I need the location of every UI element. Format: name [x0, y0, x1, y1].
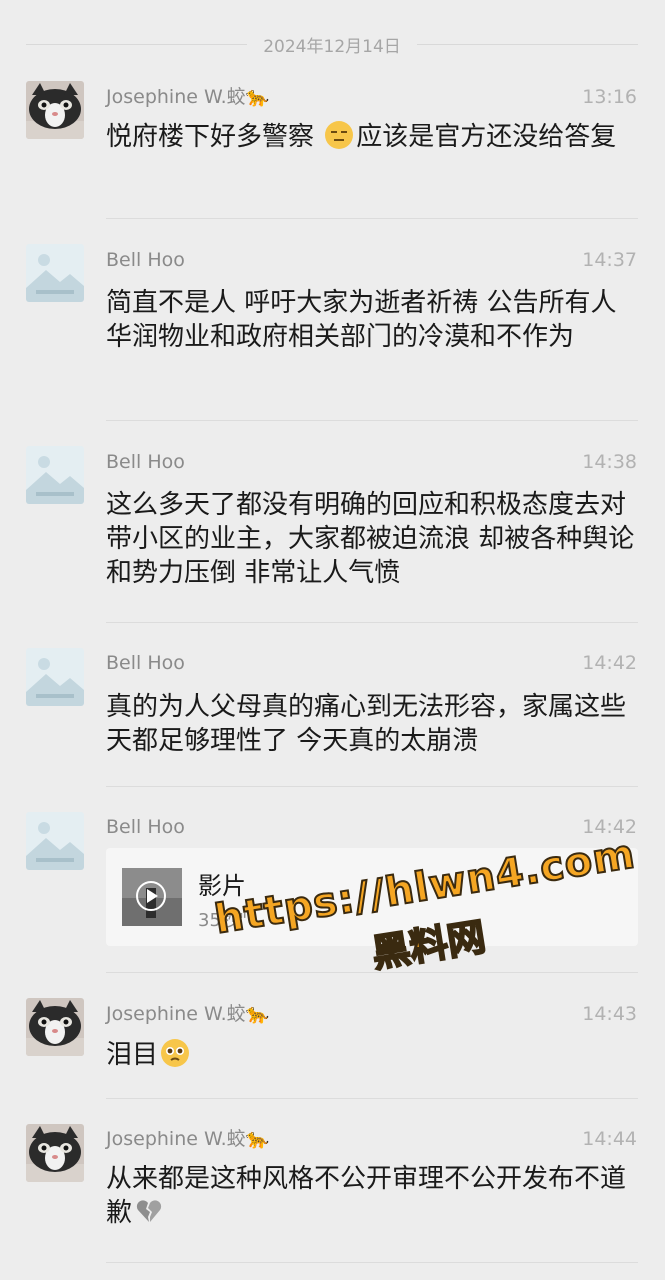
- video-title: 影片: [198, 872, 246, 900]
- avatar[interactable]: [26, 446, 84, 504]
- video-card[interactable]: 影片 35秒": [106, 848, 638, 946]
- comment-text: 从来都是这种风格不公开审理不公开发布不道歉: [106, 1164, 627, 1228]
- username[interactable]: Bell Hoo: [106, 815, 185, 839]
- date-separator: 2024年12月14日: [26, 28, 638, 60]
- comment-text: 真的为人父母真的痛心到无法形容，家属这些天都足够理性了 今天真的太崩溃: [106, 692, 627, 756]
- avatar[interactable]: [26, 1124, 84, 1182]
- divider: [106, 1098, 638, 1099]
- timestamp: 14:42: [582, 652, 637, 674]
- divider: [106, 218, 638, 219]
- avatar[interactable]: [26, 244, 84, 302]
- avatar[interactable]: [26, 998, 84, 1056]
- broken-heart-icon: [135, 1197, 163, 1225]
- divider-line: [416, 43, 638, 45]
- play-icon: [122, 868, 182, 926]
- username[interactable]: Josephine W.蛟🐆: [106, 1002, 269, 1026]
- date-label: 2024年12月14日: [263, 36, 401, 57]
- comment-text: 这么多天了都没有明确的回应和积极态度去对带小区的业主，大家都被迫流浪 却被各种舆…: [106, 490, 635, 588]
- timestamp: 14:37: [582, 249, 637, 271]
- avatar[interactable]: [26, 648, 84, 706]
- avatar[interactable]: [26, 81, 84, 139]
- username[interactable]: Bell Hoo: [106, 651, 185, 675]
- divider: [106, 622, 638, 623]
- comment-text: 简直不是人 呼吁大家为逝者祈祷 公告所有人 华润物业和政府相关部门的冷漠和不作为: [106, 288, 617, 352]
- leopard-icon: 🐆: [245, 1003, 270, 1025]
- timestamp: 14:44: [582, 1128, 637, 1150]
- username[interactable]: Josephine W.蛟🐆: [106, 85, 269, 109]
- timestamp: 13:16: [582, 86, 637, 108]
- divider: [106, 972, 638, 973]
- video-thumbnail[interactable]: [122, 868, 182, 926]
- comment-text: 悦府楼下好多警察 应该是官方还没给答复: [106, 121, 617, 152]
- leopard-icon: 🐆: [245, 86, 270, 108]
- divider: [106, 1262, 638, 1263]
- expressionless-face-icon: [325, 121, 354, 149]
- timestamp: 14:42: [582, 816, 637, 838]
- leopard-icon: 🐆: [245, 1128, 270, 1150]
- pleading-face-icon: [161, 1039, 190, 1067]
- avatar[interactable]: [26, 812, 84, 870]
- divider: [106, 786, 638, 787]
- timestamp: 14:43: [582, 1003, 637, 1025]
- video-duration: 35秒": [198, 910, 248, 931]
- divider-line: [26, 43, 248, 45]
- timestamp: 14:38: [582, 451, 637, 473]
- divider: [106, 420, 638, 421]
- comment-text: 泪目: [106, 1038, 641, 1072]
- username[interactable]: Josephine W.蛟🐆: [106, 1127, 269, 1151]
- username[interactable]: Bell Hoo: [106, 450, 185, 474]
- username[interactable]: Bell Hoo: [106, 248, 185, 272]
